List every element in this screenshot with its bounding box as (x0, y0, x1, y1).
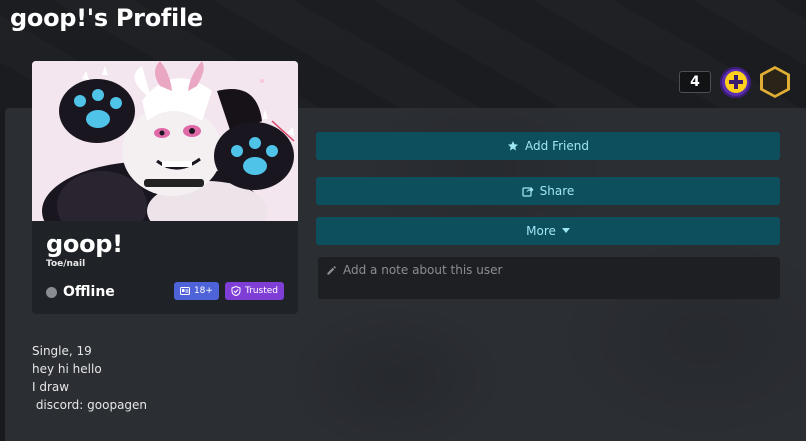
age-tag-label: 18+ (193, 286, 213, 296)
bio-line: hey hi hello (32, 362, 102, 376)
caret-down-icon (561, 228, 570, 233)
count-badge: 4 (679, 71, 711, 93)
shield-check-icon (231, 286, 241, 296)
display-name: goop! (46, 230, 123, 258)
achievement-badge-icon[interactable] (760, 66, 790, 98)
status-indicator: Offline (46, 284, 115, 300)
share-button[interactable]: Share (316, 177, 780, 205)
avatar-image[interactable] (32, 61, 298, 221)
plus-icon (724, 71, 747, 93)
bio-line: discord: goopagen (32, 398, 148, 412)
add-friend-button[interactable]: Add Friend (316, 132, 780, 160)
bio-line: Single, 19 (32, 344, 92, 358)
star-icon (508, 141, 519, 151)
status-text: Offline (63, 284, 115, 300)
profile-card: goop! Toe/nail Offline 18+ Trusted (32, 61, 298, 314)
id-card-icon (179, 287, 190, 295)
bio-section: Single, 19 hey hi hello I draw discord: … (32, 342, 147, 414)
pencil-icon (327, 266, 336, 275)
status-dot-icon (46, 286, 57, 298)
bio-line: I draw (32, 380, 70, 394)
share-label: Share (539, 184, 575, 198)
plus-badge-icon[interactable] (720, 66, 751, 98)
more-label: More (526, 224, 556, 238)
profile-tags: 18+ Trusted (173, 282, 284, 300)
achievement-badge-inner (763, 69, 787, 95)
note-input[interactable] (343, 263, 763, 277)
header-badges: 4 (679, 66, 790, 98)
share-icon (522, 187, 534, 197)
trusted-tag: Trusted (224, 282, 284, 300)
profile-card-body: goop! Toe/nail Offline 18+ Trusted (32, 221, 298, 314)
page-title: goop!'s Profile (10, 4, 203, 32)
pronouns: Toe/nail (46, 259, 86, 269)
more-button[interactable]: More (316, 217, 780, 245)
add-friend-label: Add Friend (525, 139, 589, 153)
avatar-illustration (32, 61, 298, 221)
age-tag: 18+ (173, 282, 219, 300)
user-note-box[interactable] (318, 257, 780, 299)
trusted-tag-label: Trusted (244, 286, 278, 296)
